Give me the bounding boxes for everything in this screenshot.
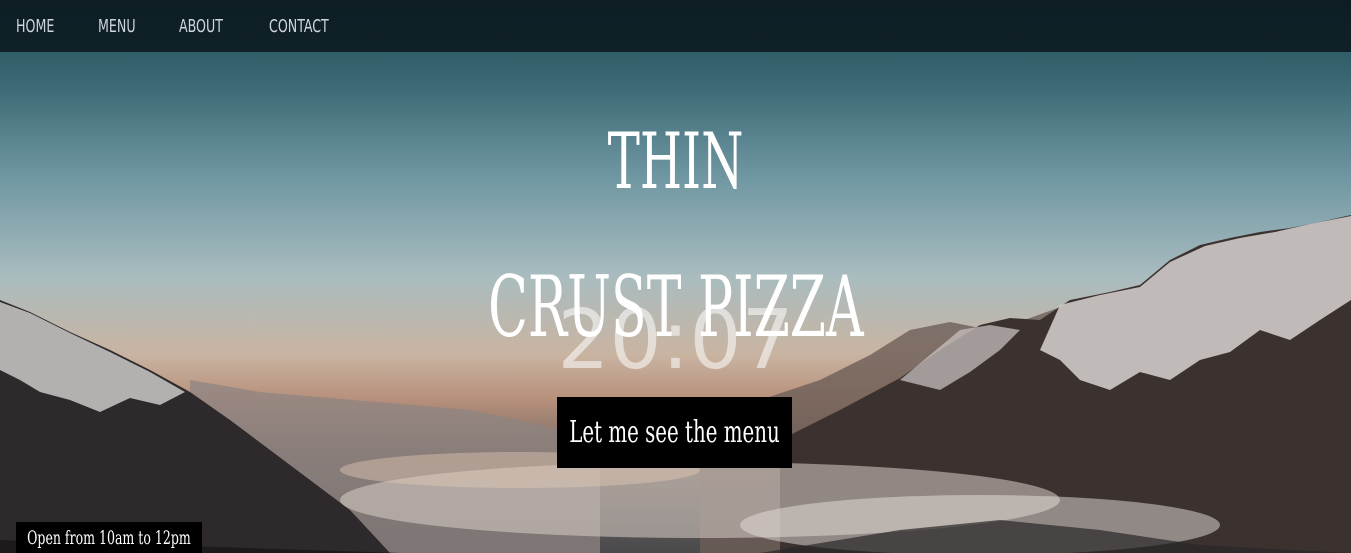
see-menu-button-label: Let me see the menu xyxy=(569,415,780,450)
see-menu-button[interactable]: Let me see the menu xyxy=(557,397,792,468)
opening-hours-text: Open from 10am to 12pm xyxy=(27,526,191,549)
hero-title-line-1-text: THIN xyxy=(607,117,744,207)
top-navigation-bar: HOME MENU ABOUT CONTACT xyxy=(0,0,1351,52)
nav-link-about[interactable]: ABOUT xyxy=(179,16,223,37)
hero-title-line-1: THIN xyxy=(0,112,1351,212)
opening-hours-badge: Open from 10am to 12pm xyxy=(16,522,202,553)
clock-display: 20:07 xyxy=(557,293,794,388)
nav-link-menu[interactable]: MENU xyxy=(98,16,136,37)
nav-link-home[interactable]: HOME xyxy=(16,16,54,37)
nav-link-contact[interactable]: CONTACT xyxy=(269,16,329,37)
